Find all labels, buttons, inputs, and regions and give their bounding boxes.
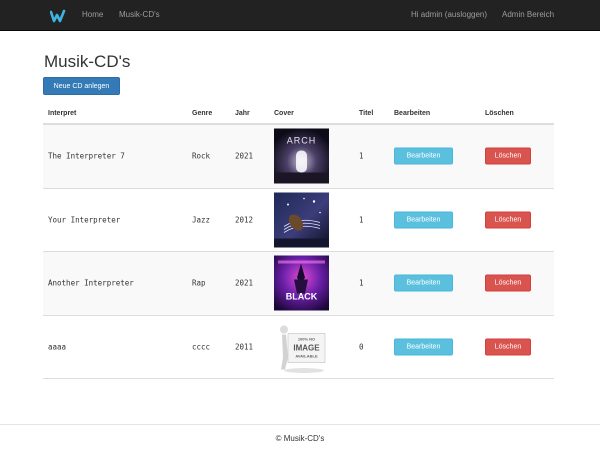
delete-button[interactable]: Löschen	[485, 338, 531, 356]
edit-button[interactable]: Bearbeiten	[394, 147, 453, 165]
header-titles: Titel	[359, 110, 374, 117]
cell-titles: 0	[359, 342, 364, 352]
cell-year: 2011	[235, 342, 254, 352]
delete-button[interactable]: Löschen	[485, 147, 531, 165]
cd-table: Interpret Genre Jahr Cover Titel Bearbei…	[43, 104, 554, 379]
top-navbar: Home Musik-CD's Hi admin (ausloggen) Adm…	[0, 0, 600, 31]
nav-admin-link[interactable]: Admin Bereich	[502, 10, 554, 19]
cell-titles: 1	[359, 278, 364, 288]
cell-genre: Rock	[192, 151, 211, 161]
header-genre: Genre	[192, 110, 213, 117]
delete-button[interactable]: Löschen	[485, 211, 531, 229]
w-logo-icon[interactable]	[50, 9, 66, 23]
edit-cell: Bearbeiten	[394, 274, 453, 292]
header-year: Jahr	[235, 110, 250, 117]
cell-year: 2021	[235, 278, 254, 288]
cover-no-image: 100% NO IMAGE AVAILABLE	[274, 319, 329, 375]
delete-button[interactable]: Löschen	[485, 274, 531, 292]
cover-text: AVAILABLE	[295, 353, 318, 358]
cell-interpret: Your Interpreter	[48, 215, 121, 225]
cover-image	[274, 192, 329, 248]
cell-interpret: aaaa	[48, 342, 67, 352]
cover-image: BLACK	[274, 255, 329, 311]
delete-cell: Löschen	[485, 211, 531, 229]
cell-titles: 1	[359, 215, 364, 225]
header-interpret: Interpret	[48, 110, 77, 117]
header-cover: Cover	[274, 110, 294, 117]
edit-cell: Bearbeiten	[394, 338, 453, 356]
table-row: Another Interpreter Rap 2021 BLACK 1 Bea…	[43, 252, 554, 316]
cell-interpret: The Interpreter 7	[48, 151, 125, 161]
nav-cds-link[interactable]: Musik-CD's	[119, 10, 160, 19]
edit-button[interactable]: Bearbeiten	[394, 274, 453, 292]
table-row: The Interpreter 7 Rock 2021 ARCH 1 Bearb…	[43, 125, 554, 189]
edit-button[interactable]: Bearbeiten	[394, 211, 453, 229]
page-title: Musik-CD's	[44, 52, 131, 71]
cover-arch: ARCH	[274, 128, 329, 184]
edit-button[interactable]: Bearbeiten	[394, 338, 453, 356]
delete-cell: Löschen	[485, 147, 531, 165]
table-header: Interpret Genre Jahr Cover Titel Bearbei…	[43, 104, 554, 125]
delete-cell: Löschen	[485, 274, 531, 292]
footer-divider	[0, 424, 600, 425]
cover-text: ARCH	[287, 136, 317, 146]
cover-text: IMAGE	[293, 343, 320, 352]
table-row: aaaa cccc 2011 100% NO IMAGE AVAILABLE 0…	[43, 316, 554, 379]
delete-cell: Löschen	[485, 338, 531, 356]
cover-violin	[274, 192, 329, 248]
cell-year: 2012	[235, 215, 254, 225]
edit-cell: Bearbeiten	[394, 211, 453, 229]
cover-image: ARCH	[274, 128, 329, 184]
cell-genre: Jazz	[192, 215, 211, 225]
nav-logout-link[interactable]: Hi admin (ausloggen)	[411, 10, 487, 19]
footer-copyright: © Musik-CD's	[275, 434, 325, 443]
cell-interpret: Another Interpreter	[48, 278, 134, 288]
cover-black: BLACK	[274, 255, 329, 311]
cell-year: 2021	[235, 151, 254, 161]
header-edit: Bearbeiten	[394, 110, 431, 117]
table-row: Your Interpreter Jazz 2012 1 Bearbeiten …	[43, 189, 554, 252]
edit-cell: Bearbeiten	[394, 147, 453, 165]
cover-image: 100% NO IMAGE AVAILABLE	[274, 319, 329, 375]
cell-genre: cccc	[192, 342, 211, 352]
cell-titles: 1	[359, 151, 364, 161]
header-delete: Löschen	[485, 110, 514, 117]
new-cd-button[interactable]: Neue CD anlegen	[43, 77, 120, 95]
cover-text: BLACK	[286, 292, 318, 302]
cover-text: 100% NO	[298, 336, 315, 341]
cell-genre: Rap	[192, 278, 206, 288]
nav-home-link[interactable]: Home	[82, 10, 103, 19]
